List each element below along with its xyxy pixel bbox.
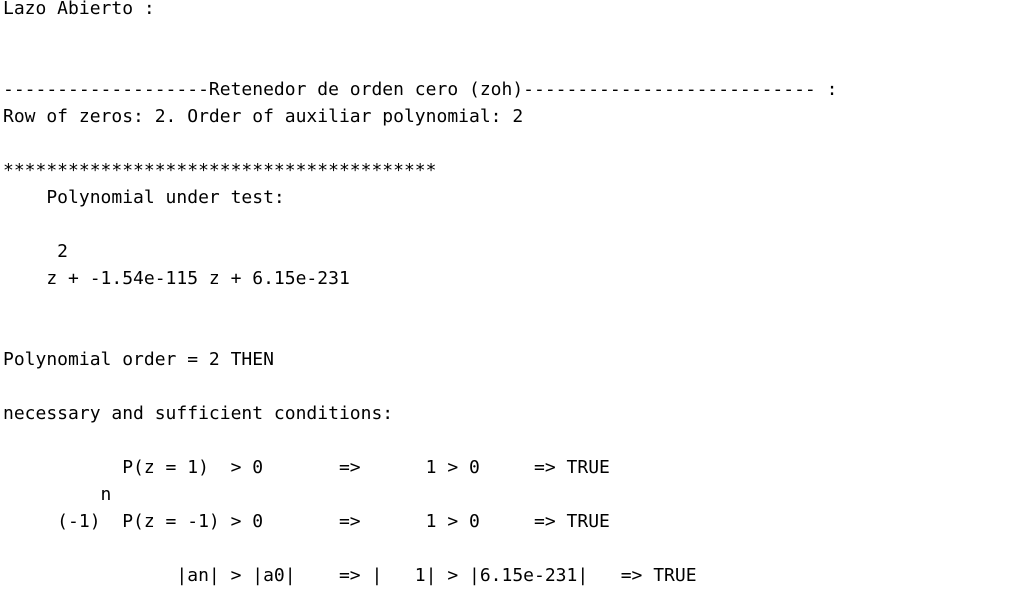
console-line-title: Lazo Abierto : (3, 0, 155, 19)
console-line-condition-1: P(z = 1) > 0 => 1 > 0 => TRUE (3, 457, 610, 478)
console-output: Lazo Abierto : -------------------Retene… (0, 0, 1029, 602)
console-line-polynomial-heading: Polynomial under test: (3, 187, 285, 208)
console-line-exponent-n: n (3, 484, 112, 505)
console-line-condition-3: |an| > |a0| => | 1| > |6.15e-231| => TRU… (3, 565, 697, 586)
console-line-condition-2: (-1) P(z = -1) > 0 => 1 > 0 => TRUE (3, 511, 610, 532)
console-line-conditions-heading: necessary and sufficient conditions: (3, 403, 394, 424)
console-line-polynomial-order: Polynomial order = 2 THEN (3, 349, 274, 370)
console-line-section-header: -------------------Retenedor de orden ce… (3, 79, 838, 100)
console-line-exponent: 2 (3, 241, 69, 262)
console-line-row-of-zeros: Row of zeros: 2. Order of auxiliar polyn… (3, 106, 524, 127)
console-line-polynomial: z + -1.54e-115 z + 6.15e-231 (3, 268, 350, 289)
console-line-separator: **************************************** (3, 160, 437, 181)
